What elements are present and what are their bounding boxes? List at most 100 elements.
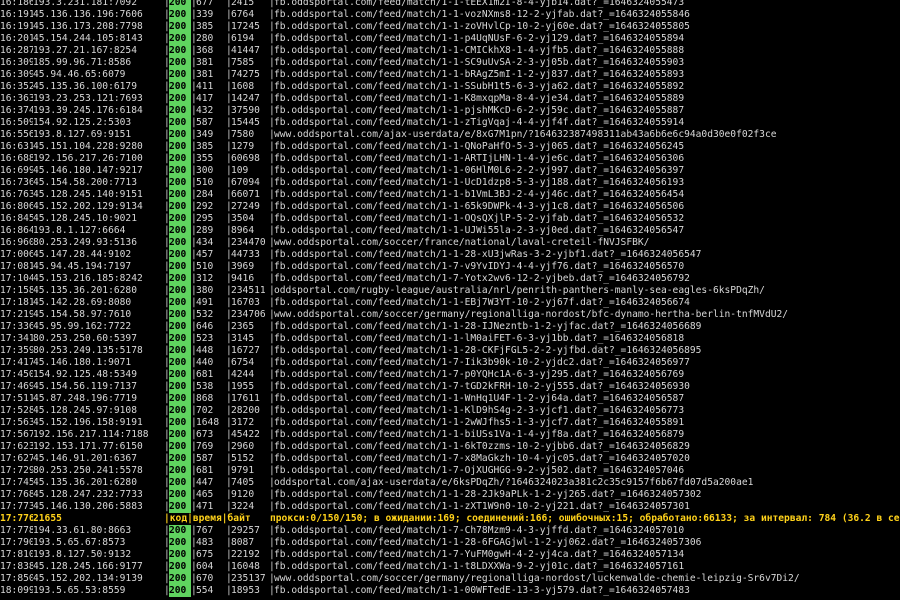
log-time: 17:745: (0, 477, 33, 488)
request-url: fb.oddsportal.com/feed/match/1-1-biUSs1V… (274, 429, 685, 440)
http-status-badge: 200 (169, 273, 191, 285)
proxy-address: 45.153.216.185:8242 (33, 273, 143, 284)
log-time: 17:469: (0, 381, 33, 392)
proxy-address: 45.136.173.208:7798 (33, 21, 143, 32)
proxy-address: 192.153.171.77:6150 (33, 441, 143, 452)
response-time: 471 (196, 501, 214, 512)
response-size: 41447 (231, 45, 260, 56)
proxy-address: 193.8.127.50:9132 (33, 549, 132, 560)
response-time: 434 (196, 237, 214, 248)
response-size: 16727 (231, 345, 260, 356)
response-time: 670 (196, 573, 214, 584)
response-time: 381 (196, 57, 214, 68)
log-line: 16:960:80.253.249.93:5136|200|434|234470… (0, 237, 900, 249)
response-time: 447 (196, 477, 214, 488)
log-line: 17:359:80.253.249.135:5178|200|448|16727… (0, 345, 900, 357)
request-url: fb.oddsportal.com/feed/match/1-1-28-CKFj… (274, 345, 702, 356)
http-status-badge: 200 (169, 525, 191, 537)
log-line: 16:699:45.146.180.147:9217|200|300|109|f… (0, 165, 900, 177)
log-line: 17:627:45.146.91.201:6367|200|587|5152|f… (0, 453, 900, 465)
response-time: 538 (196, 381, 214, 392)
response-time: 292 (196, 201, 214, 212)
response-time: 368 (196, 45, 214, 56)
http-status-badge: 200 (169, 33, 191, 45)
response-size: 7585 (231, 57, 255, 68)
response-size: 16703 (231, 297, 260, 308)
log-time: 17:417: (0, 357, 33, 368)
request-url: fb.oddsportal.com/feed/match/1-7-x8MaGkz… (274, 453, 690, 464)
request-url: fb.oddsportal.com/feed/match/1-1-28-IJNe… (274, 321, 702, 332)
http-status-badge: 200 (169, 249, 191, 261)
log-line: 17:158:45.135.36.201:6280|200|380|234511… (0, 285, 900, 297)
request-url: www.oddsportal.com/ajax-userdata/e/8xG7M… (274, 129, 777, 140)
response-size: 37590 (231, 105, 260, 116)
proxy-address: 45.128.247.232:7733 (33, 489, 143, 500)
log-line: 16:806:45.152.202.129:9134|200|292|27249… (0, 201, 900, 213)
response-size: 5152 (231, 453, 255, 464)
log-line: 17:006:45.147.28.44:9102|200|457|44733|f… (0, 249, 900, 261)
log-line: 16:736:45.154.58.200:7713|200|510|67094|… (0, 177, 900, 189)
http-status-badge: 200 (169, 381, 191, 393)
log-time: 16:806: (0, 201, 33, 212)
http-status-badge: 200 (169, 225, 191, 237)
log-line: 16:509:154.92.125.2:5303|200|587|15445|f… (0, 117, 900, 129)
http-status-badge: 200 (169, 237, 191, 249)
log-line: 17:511:45.87.248.196:7719|200|868|17611|… (0, 393, 900, 405)
response-size: 2365 (231, 321, 255, 332)
proxy-address: 45.152.202.134:9139 (33, 573, 143, 584)
http-status-badge: 200 (169, 285, 191, 297)
response-time: 510 (196, 261, 214, 272)
proxy-address: 45.142.28.69:8080 (33, 297, 132, 308)
response-size: 8087 (231, 537, 255, 548)
response-size: 234511 (231, 285, 266, 296)
log-line: 16:763:45.128.245.140:9151|200|284|66071… (0, 189, 900, 201)
log-line: 17:528:45.128.245.97:9108|200|702|28200|… (0, 405, 900, 417)
log-line: 16:191:45.136.136.196:7606|200|339|6764|… (0, 9, 900, 21)
log-line: 17:623:192.153.171.77:6150|200|769|2960|… (0, 441, 900, 453)
proxy-address: 45.152.196.158:9191 (33, 417, 143, 428)
http-status-badge: 200 (169, 501, 191, 513)
log-line: 17:417:45.146.180.1:9071|200|440|6754|fb… (0, 357, 900, 369)
request-url: fb.oddsportal.com/feed/match/1-1-p4UqNUs… (274, 33, 685, 44)
http-status-badge: 200 (169, 405, 191, 417)
response-size: 74275 (231, 69, 260, 80)
http-status-badge: 200 (169, 201, 191, 213)
proxy-address: 45.154.56.119:7137 (33, 381, 137, 392)
response-size: 1608 (231, 81, 255, 92)
response-size: 45422 (231, 429, 260, 440)
request-url: fb.oddsportal.com/feed/match/1-1-vozNXms… (274, 9, 690, 20)
log-line: 16:352:45.135.36.100:6179|200|411|1608|f… (0, 81, 900, 93)
response-size: 3224 (231, 501, 255, 512)
response-size: 67094 (231, 177, 260, 188)
response-time: 483 (196, 537, 214, 548)
log-line: 17:745:45.135.36.201:6280|200|447|7405|o… (0, 477, 900, 489)
response-size: 29257 (231, 525, 260, 536)
log-time: 16:186: (0, 0, 33, 8)
http-status-badge: 200 (169, 165, 191, 177)
proxy-address: 45.146.130.206:5883 (33, 501, 143, 512)
proxy-address: 80.253.250.241:5578 (33, 465, 143, 476)
response-size: 235137 (231, 573, 266, 584)
proxy-address: 45.136.136.196:7606 (33, 9, 143, 20)
http-status-badge: 200 (169, 93, 191, 105)
http-status-badge: 200 (169, 489, 191, 501)
response-time: 604 (196, 561, 214, 572)
http-status-badge: 200 (169, 117, 191, 129)
proxy-address: 193.23.253.121:7693 (33, 93, 143, 104)
request-url: fb.oddsportal.com/feed/match/1-1-EBj7W3Y… (274, 297, 690, 308)
request-url: fb.oddsportal.com/feed/match/1-1-tEEX1m2… (274, 0, 685, 8)
log-line: 16:556:193.8.127.69:9151|200|349|7580|ww… (0, 129, 900, 141)
response-time: 295 (196, 213, 214, 224)
response-size: 3172 (231, 417, 255, 428)
response-size: 7580 (231, 129, 255, 140)
request-url: fb.oddsportal.com/feed/match/1-1-28-6FGA… (274, 537, 702, 548)
log-line: 17:181:45.142.28.69:8080|200|491|16703|f… (0, 297, 900, 309)
log-line: 16:631:45.151.104.228:9280|200|385|1279|… (0, 141, 900, 153)
response-time: 681 (196, 465, 214, 476)
request-url: www.oddsportal.com/soccer/germany/region… (274, 309, 789, 320)
request-url: fb.oddsportal.com/feed/match/1-1-pjshMKc… (274, 105, 685, 116)
log-time: 17:081: (0, 261, 33, 272)
proxy-address: 45.135.36.201:6280 (33, 477, 137, 488)
request-url: fb.oddsportal.com/feed/match/1-1-UcD1dzp… (274, 177, 685, 188)
terminal-window: 16:186:193.3.231.181:7092|200|677|2415|f… (0, 0, 900, 597)
